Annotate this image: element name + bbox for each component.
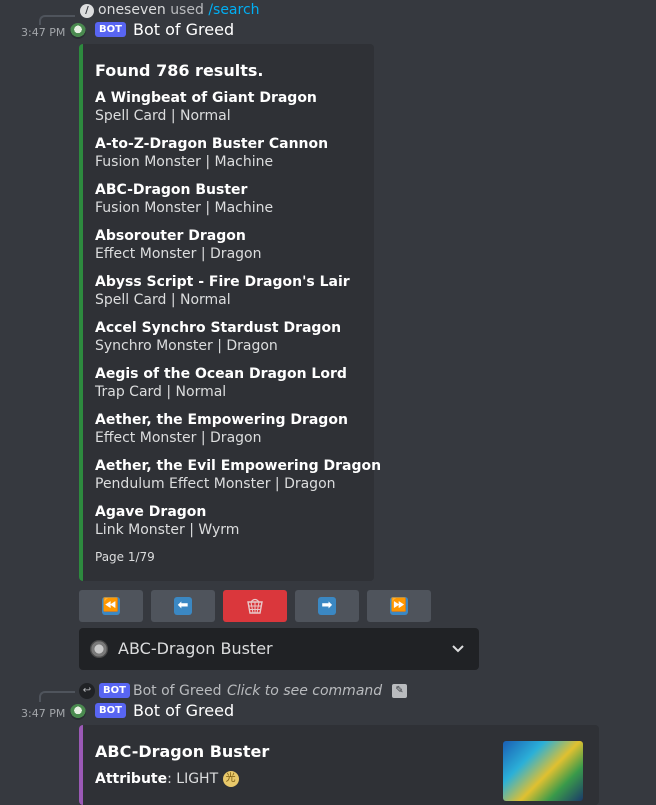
light-attribute-icon: 光 bbox=[222, 771, 239, 787]
avatar[interactable] bbox=[70, 23, 86, 39]
reply-arrow-icon: ↩ bbox=[79, 683, 95, 699]
embed-footer: Page 1/79 bbox=[95, 550, 155, 564]
result-name: A Wingbeat of Giant Dragon bbox=[95, 90, 317, 106]
previous-page-icon: ⬅ bbox=[174, 597, 192, 615]
result-type: Link Monster | Wyrm bbox=[95, 522, 240, 538]
trash-basket-icon bbox=[247, 598, 263, 614]
first-page-icon: ⏪ bbox=[102, 597, 120, 615]
chevron-down-icon bbox=[452, 645, 464, 653]
result-name: Aegis of the Ocean Dragon Lord bbox=[95, 366, 347, 382]
reply-bot-badge: BOT bbox=[99, 683, 130, 698]
result-name: Aether, the Empowering Dragon bbox=[95, 412, 348, 428]
result-type: Fusion Monster | Machine bbox=[95, 200, 274, 216]
reply-connector bbox=[39, 15, 75, 25]
card-select-menu[interactable]: ABC-Dragon Buster bbox=[79, 628, 479, 670]
result-item: Absorouter Dragon Effect Monster | Dragon bbox=[95, 228, 261, 262]
result-item: Agave Dragon Link Monster | Wyrm bbox=[95, 504, 239, 538]
author-name[interactable]: Bot of Greed bbox=[133, 701, 234, 720]
result-name: Aether, the Evil Empowering Dragon bbox=[95, 458, 382, 474]
search-results-embed: Found 786 results. A Wingbeat of Giant D… bbox=[79, 44, 381, 581]
result-type: Fusion Monster | Machine bbox=[95, 154, 274, 170]
bot-badge: BOT bbox=[95, 703, 126, 718]
reply-author[interactable]: Bot of Greed bbox=[133, 683, 221, 699]
selected-option: ABC-Dragon Buster bbox=[118, 639, 273, 658]
interaction-line: oneseven used /search bbox=[98, 2, 260, 18]
result-type: Pendulum Effect Monster | Dragon bbox=[95, 476, 336, 492]
result-name: Absorouter Dragon bbox=[95, 228, 246, 244]
result-type: Spell Card | Normal bbox=[95, 108, 231, 124]
reply-hint[interactable]: Click to see command bbox=[227, 683, 382, 699]
avatar[interactable] bbox=[70, 704, 86, 720]
embed-title: Found 786 results. bbox=[95, 61, 264, 80]
result-type: Trap Card | Normal bbox=[95, 384, 227, 400]
interaction-user[interactable]: oneseven bbox=[98, 2, 166, 18]
attribute-label: Attribute bbox=[95, 771, 168, 787]
card-thumbnail bbox=[503, 741, 583, 801]
result-item: Aegis of the Ocean Dragon Lord Trap Card … bbox=[95, 366, 347, 400]
attribute-value: : LIGHT bbox=[167, 771, 219, 787]
interaction-used-text: used bbox=[170, 2, 204, 18]
result-item: Aether, the Empowering Dragon Effect Mons… bbox=[95, 412, 348, 446]
result-type: Effect Monster | Dragon bbox=[95, 430, 262, 446]
author-name[interactable]: Bot of Greed bbox=[133, 20, 234, 39]
card-detail-embed: ABC-Dragon Buster Attribute: LIGHT 光 bbox=[79, 725, 599, 805]
edit-command-icon: ✎ bbox=[392, 684, 407, 698]
result-item: Abyss Script - Fire Dragon's Lair Spell C… bbox=[95, 274, 350, 308]
slash-command-icon: / bbox=[80, 4, 94, 18]
interaction-command[interactable]: /search bbox=[208, 2, 259, 18]
timestamp: 3:47 PM bbox=[21, 707, 66, 720]
result-name: A-to-Z-Dragon Buster Cannon bbox=[95, 136, 329, 152]
result-type: Effect Monster | Dragon bbox=[95, 246, 262, 262]
result-name: Abyss Script - Fire Dragon's Lair bbox=[95, 274, 350, 290]
result-item: A Wingbeat of Giant Dragon Spell Card | N… bbox=[95, 90, 317, 124]
result-item: Accel Synchro Stardust Dragon Synchro Mon… bbox=[95, 320, 341, 354]
delete-button[interactable] bbox=[223, 590, 287, 622]
result-type: Synchro Monster | Dragon bbox=[95, 338, 278, 354]
last-page-icon: ⏩ bbox=[390, 597, 408, 615]
last-page-button[interactable]: ⏩ bbox=[367, 590, 431, 622]
first-page-button[interactable]: ⏪ bbox=[79, 590, 143, 622]
next-page-icon: ➡ bbox=[318, 597, 336, 615]
result-item: Aether, the Evil Empowering Dragon Pendul… bbox=[95, 458, 381, 492]
result-name: Agave Dragon bbox=[95, 504, 207, 520]
result-name: Accel Synchro Stardust Dragon bbox=[95, 320, 342, 336]
result-name: ABC-Dragon Buster bbox=[95, 182, 248, 198]
bot-badge: BOT bbox=[95, 22, 126, 37]
embed-title: ABC-Dragon Buster bbox=[95, 742, 270, 761]
embed-accent-bar bbox=[79, 44, 83, 581]
next-page-button[interactable]: ➡ bbox=[295, 590, 359, 622]
embed-accent-bar bbox=[79, 725, 83, 805]
timestamp: 3:47 PM bbox=[21, 26, 66, 39]
result-type: Spell Card | Normal bbox=[95, 292, 231, 308]
result-item: A-to-Z-Dragon Buster Cannon Fusion Monste… bbox=[95, 136, 328, 170]
card-option-icon bbox=[90, 640, 108, 658]
attribute-field: Attribute: LIGHT 光 bbox=[95, 771, 239, 787]
result-item: ABC-Dragon Buster Fusion Monster | Machin… bbox=[95, 182, 273, 216]
previous-page-button[interactable]: ⬅ bbox=[151, 590, 215, 622]
reply-connector bbox=[39, 691, 75, 702]
